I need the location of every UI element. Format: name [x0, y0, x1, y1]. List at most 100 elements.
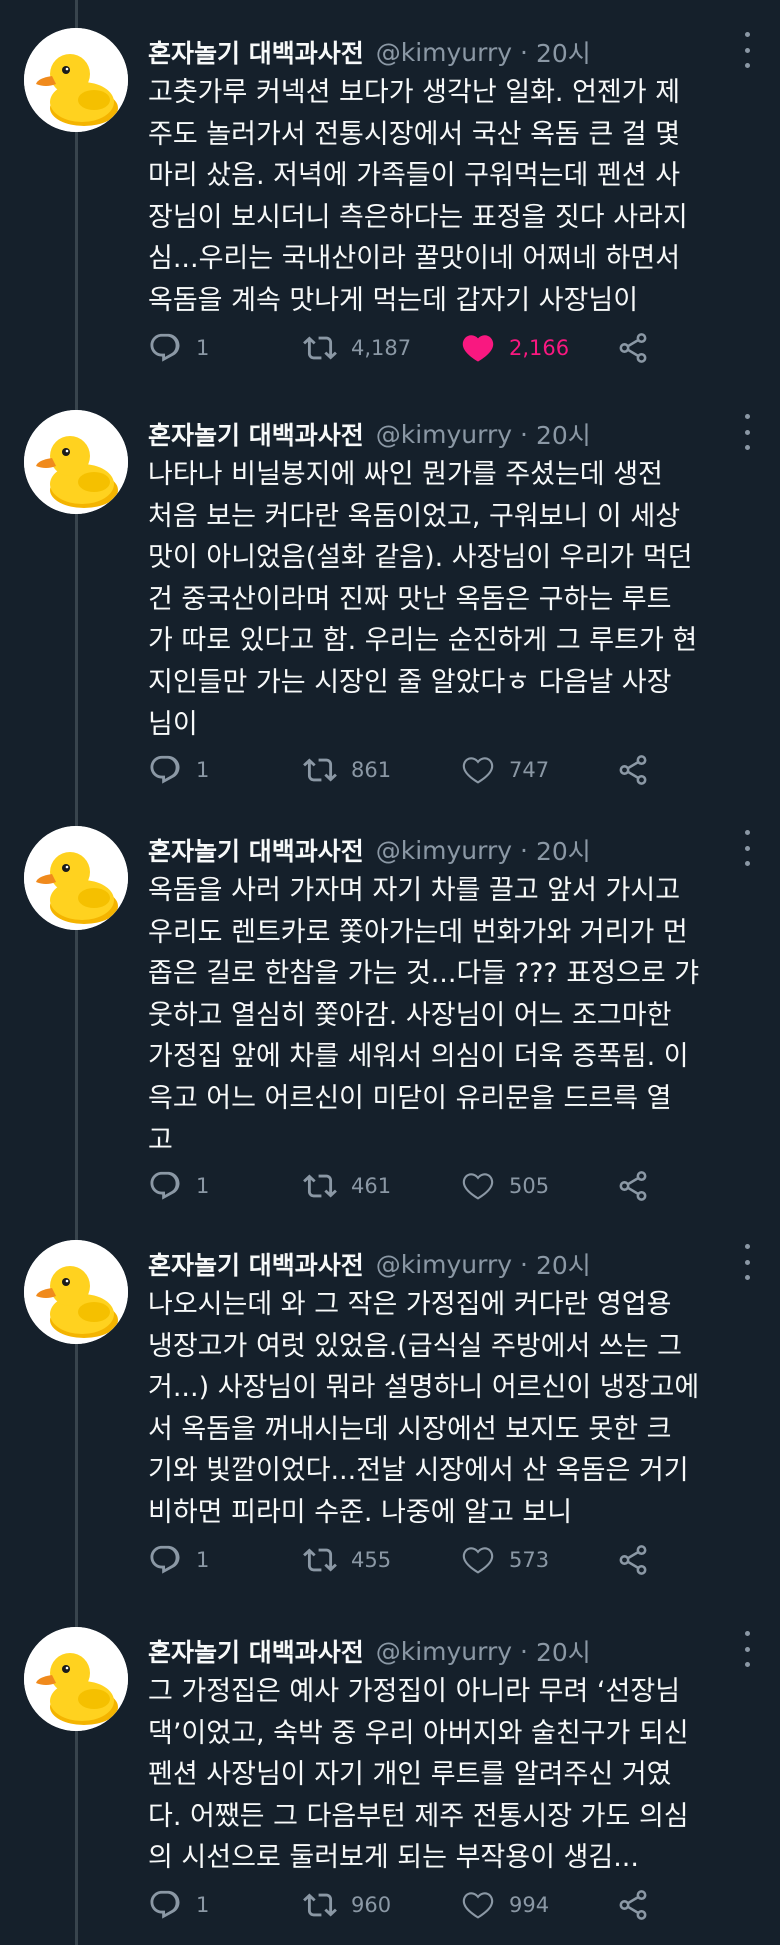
like-count: 747 [509, 758, 550, 782]
share-button[interactable] [616, 1885, 664, 1925]
retweet-button[interactable]: 461 [303, 1166, 391, 1206]
rubber-duck-avatar[interactable] [24, 1240, 128, 1344]
tweet-header: 혼자놀기 대백과사전 @kimyurry · 20시 [148, 830, 760, 870]
heart-icon [461, 1169, 509, 1203]
display-name[interactable]: 혼자놀기 대백과사전 [148, 1246, 364, 1282]
reply-count: 1 [196, 758, 210, 782]
tweet-text-line: 펜션 사장님이 자기 개인 루트를 알려주신 거였 [148, 1759, 672, 1791]
tweet-text-line: 님이 [148, 708, 198, 740]
tweet-text-line: 냉장고가 여럿 있었음.(급식실 주방에서 쓰는 그 [148, 1330, 682, 1362]
retweet-button[interactable]: 4,187 [303, 328, 411, 368]
separator-dot: · [520, 37, 528, 67]
display-name[interactable]: 혼자놀기 대백과사전 [148, 1633, 364, 1669]
separator-dot: · [520, 835, 528, 865]
like-button[interactable]: 747 [461, 750, 549, 790]
reply-button[interactable]: 1 [148, 1885, 209, 1925]
retweet-button[interactable]: 455 [303, 1540, 391, 1580]
share-icon [616, 1543, 664, 1577]
heart-icon [461, 331, 509, 365]
reply-count: 1 [196, 336, 210, 360]
like-button[interactable]: 573 [461, 1540, 549, 1580]
share-button[interactable] [616, 328, 664, 368]
more-icon[interactable] [732, 1244, 762, 1280]
user-handle[interactable]: @kimyurry [376, 836, 512, 865]
display-name[interactable]: 혼자놀기 대백과사전 [148, 34, 364, 70]
like-button[interactable]: 505 [461, 1166, 549, 1206]
like-count: 505 [509, 1174, 550, 1198]
tweet[interactable]: 혼자놀기 대백과사전 @kimyurry · 20시 옥돔을 사러 가자며 자기… [0, 826, 780, 1216]
tweet-text-line: 서 옥돔을 꺼내시는데 시장에선 보지도 못한 크 [148, 1413, 672, 1445]
tweet-text-line: 가 따로 있다고 함. 우리는 순진하게 그 루트가 현 [148, 625, 698, 657]
heart-icon [461, 1888, 509, 1922]
user-handle[interactable]: @kimyurry [376, 420, 512, 449]
timestamp[interactable]: 20시 [536, 1246, 591, 1282]
tweet-text-line: 처음 보는 커다란 옥돔이었고, 구워보니 이 세상 [148, 500, 681, 532]
tweet-text-line: 나오시는데 와 그 작은 가정집에 커다란 영업용 [148, 1289, 672, 1320]
tweet-text-line: 의 시선으로 둘러보게 되는 부작용이 생김... [148, 1842, 639, 1874]
tweet-text-line: 가정집 앞에 차를 세워서 의심이 더욱 증폭됨. 이 [148, 1041, 689, 1073]
display-name[interactable]: 혼자놀기 대백과사전 [148, 416, 364, 452]
timestamp[interactable]: 20시 [536, 34, 591, 70]
separator-dot: · [520, 419, 528, 449]
tweet-text-line: 주도 놀러가서 전통시장에서 국산 옥돔 큰 걸 몇 [148, 118, 681, 150]
reply-icon [148, 753, 196, 787]
more-icon[interactable] [732, 830, 762, 866]
tweet-text-line: 고 [148, 1124, 173, 1156]
reply-button[interactable]: 1 [148, 1540, 209, 1580]
like-count: 573 [509, 1548, 550, 1572]
reply-button[interactable]: 1 [148, 328, 209, 368]
heart-icon [461, 753, 509, 787]
user-handle[interactable]: @kimyurry [376, 1250, 512, 1279]
user-handle[interactable]: @kimyurry [376, 38, 512, 67]
timestamp[interactable]: 20시 [536, 832, 591, 868]
reply-count: 1 [196, 1893, 210, 1917]
retweet-count: 455 [351, 1548, 392, 1572]
retweet-icon [303, 753, 351, 787]
timestamp[interactable]: 20시 [536, 416, 591, 452]
reply-button[interactable]: 1 [148, 750, 209, 790]
tweet-text: 나타나 비닐봉지에 싸인 뭔가를 주셨는데 생전처음 보는 커다란 옥돔이었고,… [148, 454, 760, 745]
heart-icon [461, 1543, 509, 1577]
share-button[interactable] [616, 750, 664, 790]
retweet-button[interactable]: 960 [303, 1885, 391, 1925]
tweet-header: 혼자놀기 대백과사전 @kimyurry · 20시 [148, 1631, 760, 1671]
tweet-text-line: 비하면 피라미 수준. 나중에 알고 보니 [148, 1496, 573, 1528]
tweet-actions: 1 461 505 [148, 1166, 760, 1206]
rubber-duck-avatar[interactable] [24, 1627, 128, 1731]
rubber-duck-avatar[interactable] [24, 28, 128, 132]
more-icon[interactable] [732, 32, 762, 68]
rubber-duck-avatar[interactable] [24, 826, 128, 930]
tweet-text-line: 나타나 비닐봉지에 싸인 뭔가를 주셨는데 생전 [148, 459, 663, 490]
retweet-button[interactable]: 861 [303, 750, 391, 790]
tweet-text-line: 다. 어쨌든 그 다음부턴 제주 전통시장 가도 의심 [148, 1800, 689, 1832]
retweet-count: 4,187 [351, 336, 412, 360]
tweet[interactable]: 혼자놀기 대백과사전 @kimyurry · 20시 그 가정집은 예사 가정집… [0, 1627, 780, 1935]
share-button[interactable] [616, 1540, 664, 1580]
retweet-count: 861 [351, 758, 392, 782]
reply-count: 1 [196, 1174, 210, 1198]
retweet-icon [303, 1888, 351, 1922]
more-icon[interactable] [732, 1631, 762, 1667]
like-count: 2,166 [509, 336, 570, 360]
reply-icon [148, 1169, 196, 1203]
rubber-duck-avatar[interactable] [24, 410, 128, 514]
tweet[interactable]: 혼자놀기 대백과사전 @kimyurry · 20시 나타나 비닐봉지에 싸인 … [0, 410, 780, 800]
like-button[interactable]: 2,166 [461, 328, 569, 368]
reply-count: 1 [196, 1548, 210, 1572]
share-button[interactable] [616, 1166, 664, 1206]
like-count: 994 [509, 1893, 550, 1917]
timestamp[interactable]: 20시 [536, 1633, 591, 1669]
tweet-header: 혼자놀기 대백과사전 @kimyurry · 20시 [148, 414, 760, 454]
tweet[interactable]: 혼자놀기 대백과사전 @kimyurry · 20시 고춧가루 커넥션 보다가 … [0, 28, 780, 378]
display-name[interactable]: 혼자놀기 대백과사전 [148, 832, 364, 868]
user-handle[interactable]: @kimyurry [376, 1637, 512, 1666]
more-icon[interactable] [732, 414, 762, 450]
tweet-text-line: 옥돔을 사러 가자며 자기 차를 끌고 앞서 가시고 [148, 875, 681, 906]
share-icon [616, 1169, 664, 1203]
tweet[interactable]: 혼자놀기 대백과사전 @kimyurry · 20시 나오시는데 와 그 작은 … [0, 1240, 780, 1590]
reply-icon [148, 331, 196, 365]
reply-button[interactable]: 1 [148, 1166, 209, 1206]
retweet-count: 960 [351, 1893, 392, 1917]
like-button[interactable]: 994 [461, 1885, 549, 1925]
retweet-count: 461 [351, 1174, 392, 1198]
